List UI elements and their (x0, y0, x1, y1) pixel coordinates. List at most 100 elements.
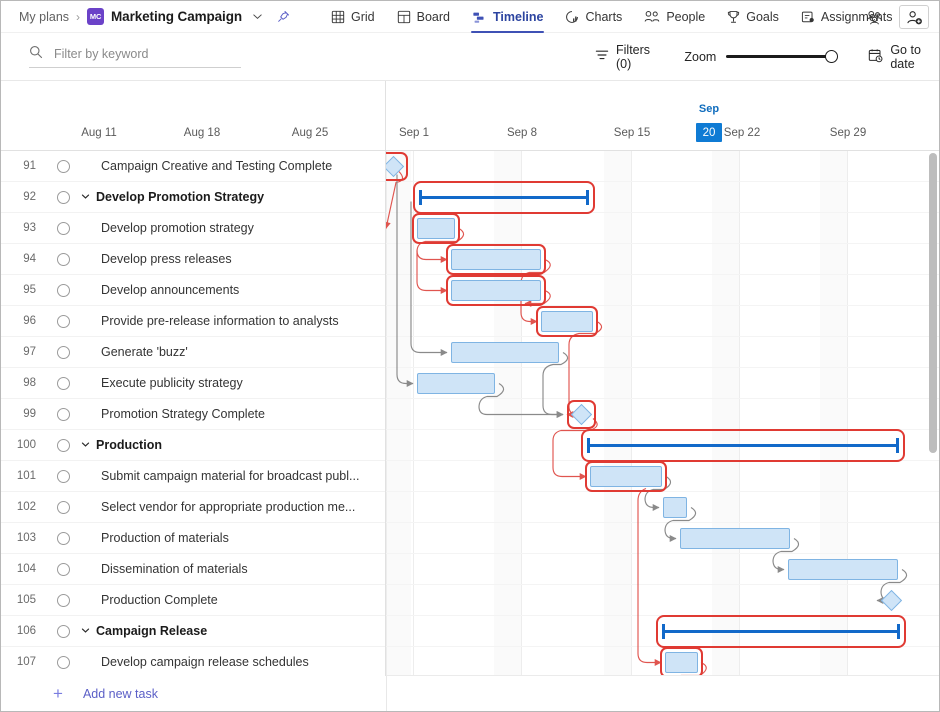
task-name[interactable]: Select vendor for appropriate production… (81, 500, 355, 514)
gantt-summary-bar[interactable] (587, 435, 899, 456)
gantt-row[interactable] (386, 399, 939, 430)
task-complete-checkbox[interactable] (45, 656, 81, 669)
table-row[interactable]: 94Develop press releases (1, 244, 385, 275)
task-name[interactable]: Execute publicity strategy (81, 376, 243, 390)
task-name[interactable]: Develop press releases (81, 252, 232, 266)
task-name[interactable]: Develop campaign release schedules (81, 655, 309, 669)
task-name[interactable]: Campaign Creative and Testing Complete (81, 159, 332, 173)
gantt-task-bar[interactable] (451, 249, 541, 270)
gantt-task-bar[interactable] (417, 218, 455, 239)
zoom-slider[interactable] (726, 49, 836, 65)
tab-people[interactable]: People (633, 1, 716, 33)
table-row[interactable]: 91Campaign Creative and Testing Complete (1, 151, 385, 182)
gantt-row[interactable] (386, 585, 939, 616)
table-row[interactable]: 105Production Complete (1, 585, 385, 616)
task-complete-checkbox[interactable] (45, 346, 81, 359)
task-complete-checkbox[interactable] (45, 470, 81, 483)
task-complete-checkbox[interactable] (45, 160, 81, 173)
task-complete-checkbox[interactable] (45, 439, 81, 452)
task-complete-checkbox[interactable] (45, 563, 81, 576)
task-list-pane[interactable]: 91Campaign Creative and Testing Complete… (1, 151, 386, 676)
tab-charts[interactable]: Charts (554, 1, 633, 33)
table-row[interactable]: 103Production of materials (1, 523, 385, 554)
task-complete-checkbox[interactable] (45, 408, 81, 421)
search-field-wrapper[interactable] (29, 45, 241, 68)
date-scale[interactable]: Aug 11Aug 18Aug 25Sep 1Sep 8Sep 15Sep 22… (386, 81, 939, 151)
add-new-task-button[interactable]: + Add new task (53, 685, 158, 702)
gantt-row[interactable] (386, 213, 939, 244)
table-row[interactable]: 97Generate 'buzz' (1, 337, 385, 368)
task-name[interactable]: Provide pre-release information to analy… (81, 314, 339, 328)
task-complete-checkbox[interactable] (45, 284, 81, 297)
table-row[interactable]: 104Dissemination of materials (1, 554, 385, 585)
chevron-down-icon[interactable] (81, 440, 90, 451)
task-name[interactable]: Promotion Strategy Complete (81, 407, 265, 421)
table-row[interactable]: 100Production (1, 430, 385, 461)
task-complete-checkbox[interactable] (45, 501, 81, 514)
breadcrumb-my-plans[interactable]: My plans (19, 10, 69, 24)
task-complete-checkbox[interactable] (45, 222, 81, 235)
gantt-row[interactable] (386, 306, 939, 337)
table-row[interactable]: 101Submit campaign material for broadcas… (1, 461, 385, 492)
gantt-milestone[interactable] (571, 404, 592, 425)
tab-goals[interactable]: Goals (716, 1, 790, 33)
task-complete-checkbox[interactable] (45, 625, 81, 638)
gantt-row[interactable] (386, 151, 939, 182)
gantt-summary-bar[interactable] (419, 187, 589, 208)
search-input[interactable] (52, 46, 230, 62)
filters-button[interactable]: Filters (0) (589, 43, 660, 71)
task-name[interactable]: Campaign Release (81, 624, 207, 638)
gantt-row[interactable] (386, 523, 939, 554)
chevron-down-icon[interactable] (81, 626, 90, 637)
task-name[interactable]: Submit campaign material for broadcast p… (81, 469, 359, 483)
table-row[interactable]: 107Develop campaign release schedules (1, 647, 385, 676)
table-row[interactable]: 98Execute publicity strategy (1, 368, 385, 399)
task-name[interactable]: Develop announcements (81, 283, 239, 297)
tab-grid[interactable]: Grid (320, 1, 386, 33)
gantt-task-bar[interactable] (788, 559, 898, 580)
table-row[interactable]: 102Select vendor for appropriate product… (1, 492, 385, 523)
task-name[interactable]: Develop Promotion Strategy (81, 190, 264, 204)
gantt-task-bar[interactable] (451, 342, 559, 363)
gantt-milestone[interactable] (386, 156, 404, 177)
chevron-down-icon[interactable] (252, 11, 263, 22)
gantt-task-bar[interactable] (680, 528, 790, 549)
go-to-date-button[interactable]: Go to date (862, 43, 939, 71)
table-row[interactable]: 96Provide pre-release information to ana… (1, 306, 385, 337)
task-name[interactable]: Production of materials (81, 531, 229, 545)
vertical-scrollbar[interactable] (929, 153, 937, 453)
task-complete-checkbox[interactable] (45, 532, 81, 545)
members-group-icon[interactable] (861, 4, 887, 30)
pin-icon[interactable] (277, 10, 290, 23)
table-row[interactable]: 106Campaign Release (1, 616, 385, 647)
add-person-icon[interactable] (899, 5, 929, 29)
table-row[interactable]: 92Develop Promotion Strategy (1, 182, 385, 213)
tab-board[interactable]: Board (386, 1, 461, 33)
gantt-summary-bar[interactable] (662, 621, 900, 642)
task-name[interactable]: Dissemination of materials (81, 562, 248, 576)
task-name[interactable]: Production (81, 438, 162, 452)
task-complete-checkbox[interactable] (45, 377, 81, 390)
gantt-task-bar[interactable] (665, 652, 698, 673)
gantt-task-bar[interactable] (590, 466, 662, 487)
zoom-thumb[interactable] (825, 50, 838, 63)
task-name[interactable]: Generate 'buzz' (81, 345, 188, 359)
task-complete-checkbox[interactable] (45, 594, 81, 607)
task-complete-checkbox[interactable] (45, 315, 81, 328)
gantt-task-bar[interactable] (541, 311, 593, 332)
gantt-milestone[interactable] (881, 590, 902, 611)
gantt-row[interactable] (386, 647, 939, 676)
gantt-task-bar[interactable] (451, 280, 541, 301)
chevron-down-icon[interactable] (81, 192, 90, 203)
tab-timeline[interactable]: Timeline (461, 1, 554, 33)
gantt-task-bar[interactable] (663, 497, 687, 518)
table-row[interactable]: 99Promotion Strategy Complete (1, 399, 385, 430)
table-row[interactable]: 95Develop announcements (1, 275, 385, 306)
gantt-task-bar[interactable] (417, 373, 495, 394)
gantt-row[interactable] (386, 461, 939, 492)
task-complete-checkbox[interactable] (45, 253, 81, 266)
task-name[interactable]: Develop promotion strategy (81, 221, 254, 235)
task-name[interactable]: Production Complete (81, 593, 218, 607)
task-complete-checkbox[interactable] (45, 191, 81, 204)
table-row[interactable]: 93Develop promotion strategy (1, 213, 385, 244)
